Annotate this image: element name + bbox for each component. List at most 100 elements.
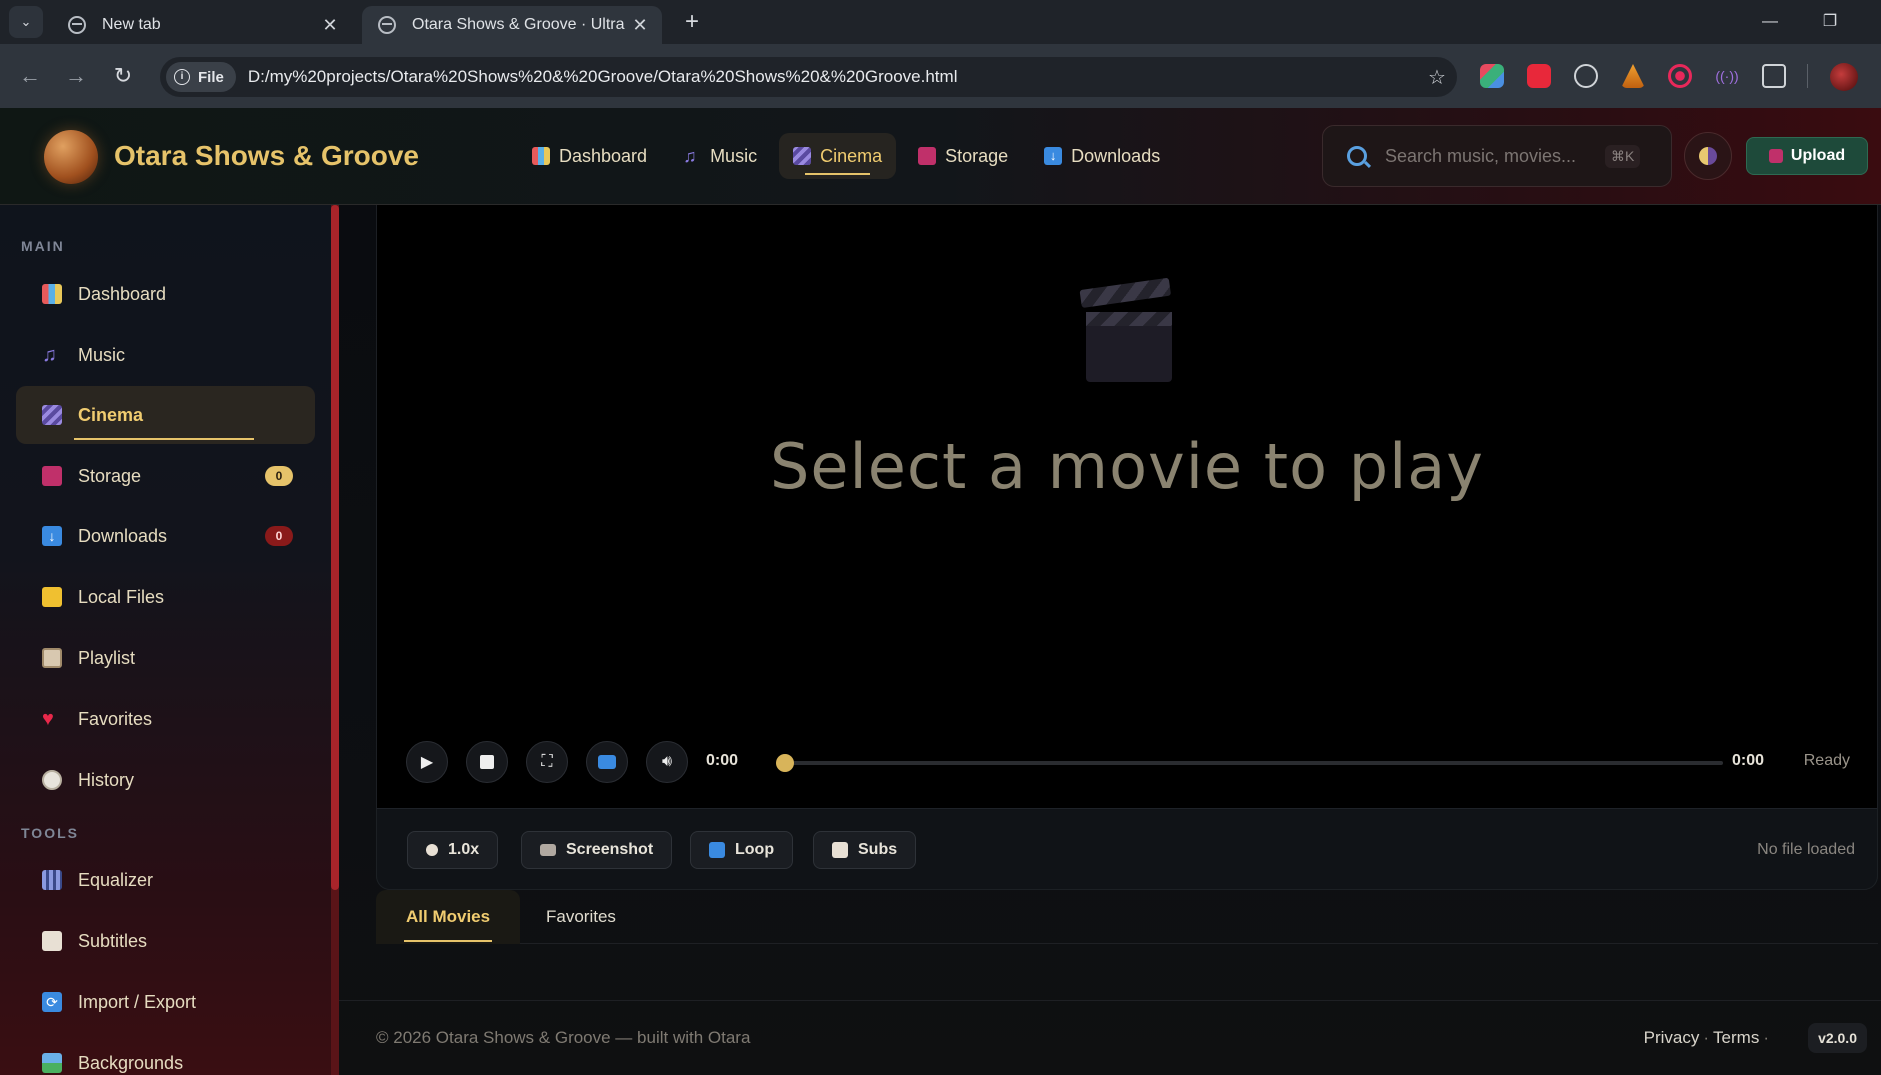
play-button[interactable]: ▶ [406, 741, 448, 783]
reload-icon[interactable]: ↻ [107, 60, 139, 92]
sidebar-item-label: Equalizer [78, 869, 154, 890]
upload-button[interactable]: Upload [1746, 137, 1868, 175]
sidebar-item-label: Downloads [78, 525, 168, 546]
close-tab-icon[interactable]: ✕ [316, 15, 344, 36]
bookmark-star-icon[interactable]: ☆ [1417, 65, 1457, 90]
sidebar-item-subtitles[interactable]: Subtitles [16, 912, 315, 970]
back-arrow-icon[interactable]: ← [14, 60, 46, 92]
sidebar-item-storage[interactable]: Storage 0 [16, 447, 315, 505]
player-status: Ready [1803, 752, 1850, 769]
privacy-link[interactable]: Privacy [1644, 1028, 1700, 1047]
close-window-button[interactable] [1862, 6, 1881, 38]
browser-tab-active[interactable]: Otara Shows & Groove · Ultra P ✕ [362, 6, 662, 44]
volume-button[interactable]: 🔊︎ [646, 741, 688, 783]
sidebar-section-main: MAIN [21, 238, 65, 254]
sidebar-item-cinema[interactable]: Cinema [16, 386, 315, 444]
download-arrow-icon: ↓ [42, 526, 62, 546]
topnav-label: Dashboard [559, 145, 648, 166]
topnav-dashboard[interactable]: Dashboard [518, 133, 661, 179]
forward-arrow-icon[interactable]: → [60, 60, 92, 92]
chip-label: File [198, 68, 224, 86]
total-time: 0:00 [1732, 752, 1765, 769]
site-info-chip[interactable]: i File [166, 62, 236, 92]
sidebar-item-dashboard[interactable]: Dashboard [16, 265, 315, 323]
topnav-music[interactable]: ♫ Music [669, 133, 771, 179]
browser-toolbar: ← → ↻ i File D:/my%20projects/Otara%20Sh… [0, 44, 1881, 108]
extension-icon[interactable] [1527, 64, 1551, 88]
search-box[interactable]: ⌘K [1322, 125, 1672, 187]
extension-icon[interactable]: ((·)) [1715, 64, 1739, 88]
scrollbar-thumb[interactable] [331, 205, 339, 890]
address-bar[interactable]: i File D:/my%20projects/Otara%20Shows%20… [160, 57, 1457, 97]
footer-separator: · [1703, 1028, 1710, 1047]
browser-tab-new[interactable]: New tab ✕ [52, 6, 352, 44]
clapper-icon [42, 405, 62, 425]
file-status: No file loaded [1757, 841, 1855, 858]
sidebar-item-import-export[interactable]: ⟳ Import / Export [16, 973, 315, 1031]
heart-icon: ♥ [42, 708, 54, 730]
downloads-count-badge: 0 [265, 526, 293, 546]
sidebar-item-label: Storage [78, 465, 142, 486]
sidebar-item-history[interactable]: History [16, 751, 315, 809]
extension-icon[interactable] [1621, 64, 1645, 88]
seek-knob[interactable] [776, 754, 794, 772]
picture-in-picture-button[interactable] [586, 741, 628, 783]
fullscreen-button[interactable]: ⛶ [526, 741, 568, 783]
extension-icon[interactable] [1480, 64, 1504, 88]
topnav-storage[interactable]: Storage [904, 133, 1022, 179]
document-icon [832, 842, 848, 858]
clapper-icon [793, 147, 812, 165]
upload-icon [1768, 149, 1783, 163]
record-extension-icon[interactable] [1668, 64, 1692, 88]
new-tab-button[interactable]: + [678, 8, 706, 36]
tab-search-button[interactable]: ⌄ [9, 6, 43, 38]
sidebar-item-local-files[interactable]: Local Files [16, 568, 315, 626]
movie-tabs: All Movies Favorites [376, 890, 1878, 944]
fullscreen-icon: ⛶ [541, 753, 553, 770]
loop-button[interactable]: Loop [690, 831, 794, 869]
close-tab-icon[interactable]: ✕ [626, 15, 654, 36]
folder-icon [42, 587, 62, 607]
sidebar-item-backgrounds[interactable]: Backgrounds [16, 1034, 315, 1075]
tab-all-movies[interactable]: All Movies [376, 890, 521, 944]
puzzle-extensions-icon[interactable] [1762, 64, 1786, 88]
profile-avatar[interactable] [1830, 63, 1858, 91]
sidebar-item-label: Music [78, 344, 126, 365]
topnav-cinema[interactable]: Cinema [779, 133, 897, 179]
seek-bar[interactable] [776, 754, 1723, 772]
screenshot-label: Screenshot [566, 841, 654, 858]
topnav-label: Storage [945, 145, 1009, 166]
topnav-label: Downloads [1071, 145, 1161, 166]
clock-icon [42, 770, 62, 790]
screenshot-button[interactable]: Screenshot [521, 831, 673, 869]
stop-button[interactable] [466, 741, 508, 783]
search-shortcut-hint: ⌘K [1605, 144, 1641, 168]
subs-button[interactable]: Subs [813, 831, 917, 869]
copyright-text: © 2026 Otara Shows & Groove — built with… [376, 1028, 751, 1047]
minimize-button[interactable]: — [1742, 6, 1798, 38]
search-input[interactable] [1385, 145, 1605, 167]
sidebar-item-playlist[interactable]: Playlist [16, 629, 315, 687]
tab-favorites[interactable]: Favorites [516, 890, 646, 944]
floppy-disk-icon [918, 147, 937, 165]
current-time: 0:00 [706, 752, 739, 769]
sidebar-scrollbar[interactable] [331, 205, 339, 1075]
tab-title: Otara Shows & Groove · Ultra P [412, 16, 626, 33]
storage-count-badge: 0 [265, 466, 293, 486]
sidebar-item-favorites[interactable]: ♥ Favorites [16, 690, 315, 748]
url-text[interactable]: D:/my%20projects/Otara%20Shows%20&%20Gro… [248, 67, 1417, 87]
clapperboard-icon [1079, 277, 1172, 390]
speed-button[interactable]: 1.0x [407, 831, 499, 869]
theme-toggle-button[interactable] [1684, 132, 1732, 180]
sidebar-item-label: Playlist [78, 647, 136, 668]
restore-button[interactable]: ❐ [1802, 6, 1858, 38]
sidebar-item-equalizer[interactable]: Equalizer [16, 851, 315, 909]
topnav-downloads[interactable]: ↓ Downloads [1030, 133, 1174, 179]
footer-links: Privacy · Terms · [1644, 1028, 1773, 1048]
sidebar-item-downloads[interactable]: ↓ Downloads 0 [16, 507, 315, 565]
terms-link[interactable]: Terms [1713, 1028, 1759, 1047]
sidebar-item-music[interactable]: ♫ Music [16, 326, 315, 384]
extension-icon[interactable] [1574, 64, 1598, 88]
sidebar-item-label: Import / Export [78, 991, 197, 1012]
download-arrow-icon: ↓ [1044, 147, 1063, 165]
